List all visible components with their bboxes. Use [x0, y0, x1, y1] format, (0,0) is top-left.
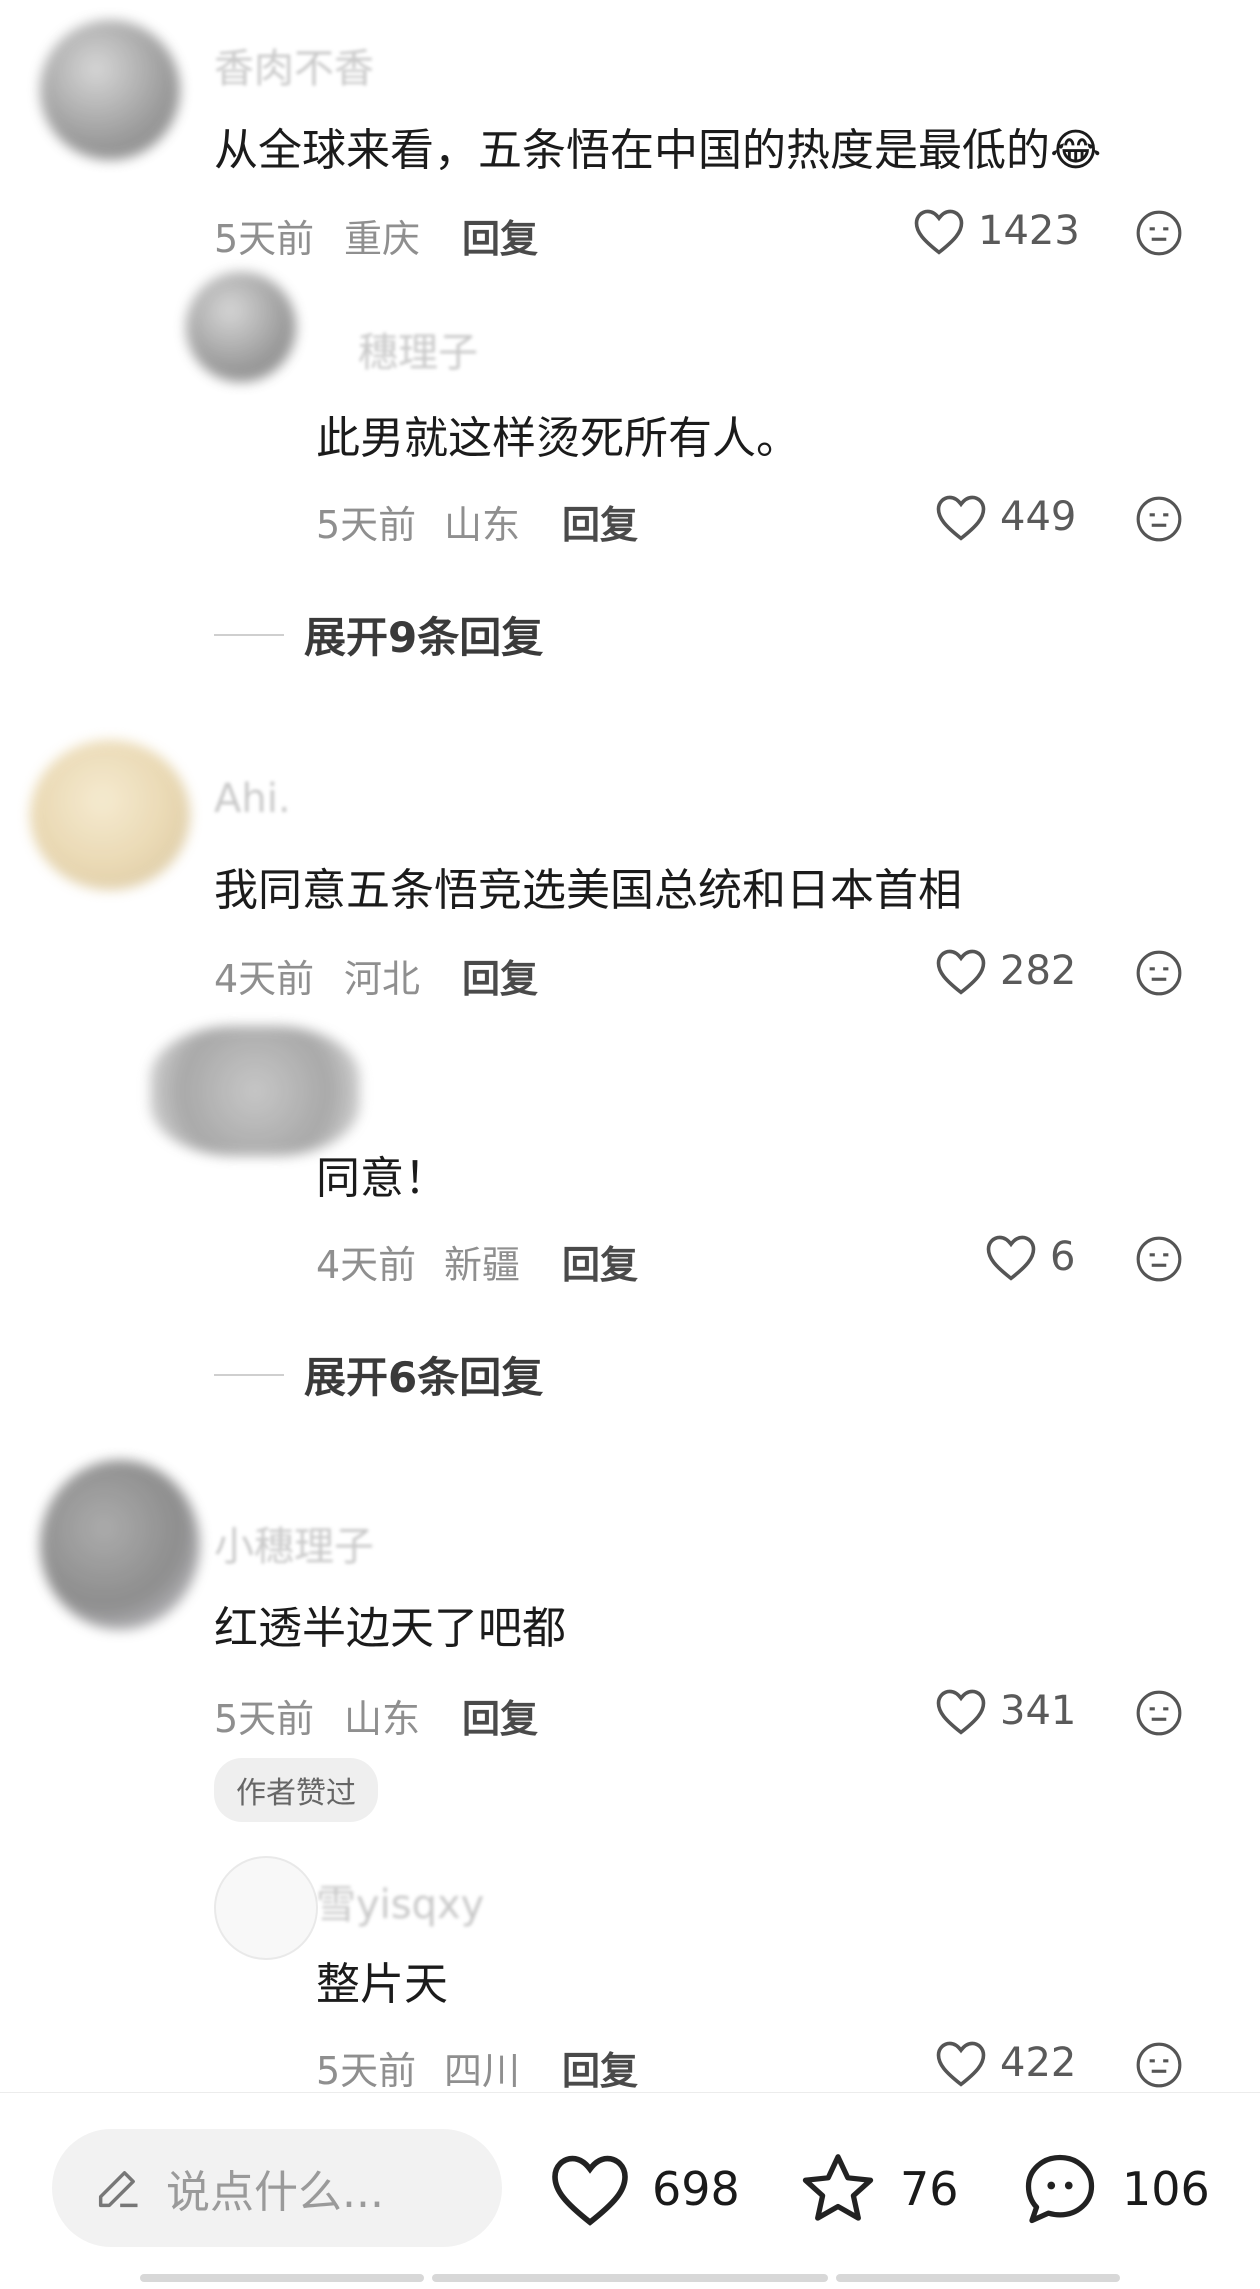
- reply-button[interactable]: 回复: [462, 948, 538, 1003]
- comment-location: 山东: [444, 503, 521, 547]
- like-button[interactable]: 422: [934, 2036, 1076, 2090]
- heart-outline-icon: [936, 2041, 986, 2087]
- like-count: 1423: [978, 208, 1080, 254]
- emoji-face-icon[interactable]: [1134, 494, 1184, 544]
- post-favorite-button[interactable]: 76: [796, 2147, 959, 2231]
- comment-time: 4天前: [214, 957, 315, 1001]
- scroll-indicator: [432, 2274, 828, 2282]
- scroll-indicator: [836, 2274, 1120, 2282]
- comment-input-placeholder: 说点什么...: [166, 2167, 384, 2218]
- pencil-icon: [98, 2171, 138, 2208]
- comment-location: 山东: [344, 1697, 421, 1741]
- avatar[interactable]: [150, 1026, 360, 1156]
- star-outline-icon: [802, 2154, 874, 2221]
- expand-replies-label: 展开9条回复: [304, 613, 544, 662]
- heart-outline-icon: [914, 209, 964, 255]
- chat-bubble-icon: [1025, 2154, 1095, 2224]
- expand-replies-button[interactable]: 展开9条回复: [214, 604, 543, 665]
- heart-outline-icon: [936, 1689, 986, 1735]
- like-button[interactable]: 341: [934, 1684, 1076, 1738]
- reply-button[interactable]: 回复: [562, 2040, 638, 2095]
- like-button[interactable]: 1423: [912, 204, 1080, 258]
- comment-location: 四川: [444, 2049, 521, 2093]
- emoji-face-icon[interactable]: [1134, 1688, 1184, 1738]
- bottom-action-bar: 说点什么... 698 76 106: [0, 2092, 1260, 2289]
- emoji-face-icon[interactable]: [1134, 208, 1184, 258]
- reply-button[interactable]: 回复: [562, 494, 638, 549]
- avatar[interactable]: [40, 1460, 200, 1630]
- avatar[interactable]: [214, 1856, 318, 1960]
- avatar[interactable]: [186, 272, 296, 382]
- comment-time: 5天前: [214, 1697, 315, 1741]
- like-count: 282: [1000, 948, 1077, 994]
- avatar[interactable]: [30, 740, 190, 890]
- comment-location: 河北: [344, 957, 421, 1001]
- comment-text: 红透半边天了吧都: [214, 1603, 566, 1654]
- comment-username[interactable]: Ahi.: [214, 776, 291, 822]
- comment-text: 此男就这样烫死所有人。: [316, 413, 800, 464]
- like-count: 6: [1050, 1234, 1076, 1280]
- author-liked-badge: 作者赞过: [214, 1758, 378, 1822]
- like-button[interactable]: 449: [934, 490, 1076, 544]
- comment-text: 从全球来看，五条悟在中国的热度是最低的😂: [214, 125, 1102, 176]
- heart-outline-icon: [936, 495, 986, 541]
- post-comment-count: 106: [1122, 2162, 1210, 2216]
- comment-username[interactable]: 小穗理子: [214, 1514, 374, 1572]
- comment-time: 4天前: [316, 1243, 417, 1287]
- comment-location: 重庆: [344, 217, 421, 261]
- expand-replies-label: 展开6条回复: [304, 1353, 544, 1402]
- reply-button[interactable]: 回复: [462, 1688, 538, 1743]
- comment-username[interactable]: 穗理子: [358, 320, 478, 378]
- like-count: 449: [1000, 494, 1077, 540]
- comment-time: 5天前: [316, 503, 417, 547]
- heart-outline-icon: [552, 2155, 628, 2226]
- comment-location: 新疆: [444, 1243, 521, 1287]
- heart-outline-icon: [936, 949, 986, 995]
- comment-username[interactable]: 雪yisqxy: [316, 1872, 484, 1930]
- comment-time: 5天前: [214, 217, 315, 261]
- heart-outline-icon: [986, 1235, 1036, 1281]
- reply-button[interactable]: 回复: [562, 1234, 638, 1289]
- emoji-face-icon[interactable]: [1134, 948, 1184, 998]
- post-favorite-count: 76: [900, 2162, 959, 2216]
- comment-username[interactable]: 香肉不香: [214, 36, 374, 94]
- comment-text: 同意！: [316, 1153, 448, 1204]
- divider: [214, 633, 284, 636]
- divider: [214, 1373, 284, 1376]
- reply-button[interactable]: 回复: [462, 208, 538, 263]
- expand-replies-button[interactable]: 展开6条回复: [214, 1344, 543, 1405]
- like-button[interactable]: 282: [934, 944, 1076, 998]
- like-count: 422: [1000, 2040, 1077, 2086]
- comment-input[interactable]: 说点什么...: [52, 2129, 502, 2247]
- post-like-count: 698: [652, 2162, 740, 2216]
- emoji-face-icon[interactable]: [1134, 2040, 1184, 2090]
- like-button[interactable]: 6: [984, 1230, 1075, 1284]
- emoji-face-icon[interactable]: [1134, 1234, 1184, 1284]
- comment-text: 整片天: [316, 1959, 448, 2010]
- post-like-button[interactable]: 698: [548, 2147, 740, 2231]
- comment-time: 5天前: [316, 2049, 417, 2093]
- scroll-indicator: [140, 2274, 424, 2282]
- post-comment-button[interactable]: 106: [1018, 2147, 1210, 2231]
- comment-text: 我同意五条悟竞选美国总统和日本首相: [214, 865, 962, 916]
- avatar[interactable]: [40, 20, 180, 160]
- like-count: 341: [1000, 1688, 1077, 1734]
